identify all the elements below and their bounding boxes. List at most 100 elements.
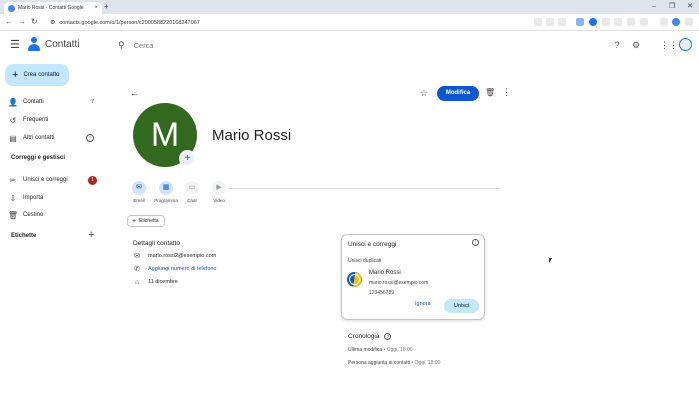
sidebar-item-other-contacts[interactable]: ▤ Altri contatti i: [0, 131, 104, 145]
window-close-icon[interactable]: ✕: [683, 1, 697, 12]
sidebar-item-trash[interactable]: 🗑 Cestino: [0, 208, 104, 222]
label-chip-text: Etichetta: [139, 218, 159, 224]
apps-grid-icon[interactable]: ⋮⋮: [660, 39, 678, 51]
back-nav-icon[interactable]: ←: [5, 17, 13, 27]
sidebar-item-label: Altri contatti: [23, 135, 55, 141]
search-icon[interactable]: ⚲: [118, 40, 125, 51]
maximize-icon[interactable]: ❐: [665, 1, 679, 12]
duplicate-name: Mario Rossi: [369, 270, 401, 276]
birthday-row: ⌂ 11 dicembre: [133, 277, 178, 287]
contacts-count: 7: [90, 99, 94, 105]
zoom-icon[interactable]: [546, 18, 554, 26]
action-label: Email: [133, 198, 145, 203]
person-icon: 👤: [8, 97, 18, 107]
shield-extension-icon[interactable]: [614, 18, 622, 26]
sidebar-item-contacts[interactable]: 👤 Contatti 7: [0, 95, 104, 109]
app-name[interactable]: Contatti: [45, 39, 79, 50]
birthday-value: 11 dicembre: [148, 279, 178, 285]
card-subtitle: Unisci duplicati: [348, 258, 382, 264]
reload-icon[interactable]: ↻: [31, 17, 38, 27]
minimize-icon[interactable]: –: [647, 1, 661, 12]
account-avatar[interactable]: [679, 38, 692, 51]
contact-name: Mario Rossi: [212, 127, 292, 144]
more-options-icon[interactable]: ⋮: [502, 87, 511, 98]
new-tab-button[interactable]: +: [104, 2, 109, 12]
sidebar-item-label: Unisci e correggi: [23, 177, 68, 183]
sidebar-item-import[interactable]: ⇩ Importa: [0, 191, 104, 205]
browser-menu-icon[interactable]: [685, 18, 693, 26]
delete-icon[interactable]: 🗑: [485, 88, 495, 97]
pen-extension-icon[interactable]: [602, 18, 610, 26]
email-value[interactable]: mario.rossi2@esempio.com: [148, 253, 216, 259]
email-action[interactable]: ✉ Email: [126, 181, 152, 203]
browser-tab[interactable]: Mario Rossi - Contatti Google ×: [4, 2, 102, 14]
history-label: Persona aggiunta ai contatti: [348, 360, 410, 366]
site-info-icon[interactable]: ⚙: [50, 19, 55, 26]
create-contact-button[interactable]: + Crea contatto: [5, 64, 69, 86]
puzzle-extensions-icon[interactable]: [640, 18, 648, 26]
info-icon[interactable]: i: [472, 239, 479, 246]
chat-action[interactable]: ▭ Chat: [179, 181, 205, 203]
sidebar-item-label: Importa: [23, 195, 44, 201]
info-icon[interactable]: i: [86, 134, 94, 142]
action-label: Chat: [187, 198, 197, 203]
duplicate-email: mario.rossi@esempio.com: [369, 280, 429, 286]
back-arrow-icon[interactable]: ←: [130, 88, 139, 98]
forward-nav-icon[interactable]: →: [18, 17, 26, 27]
sidebar-item-label: Frequenti: [23, 117, 49, 123]
contacts-favicon-icon: [8, 4, 15, 12]
calendar-icon: ▦: [159, 181, 173, 195]
help-icon[interactable]: ?: [384, 333, 392, 340]
merge-badge: 1: [88, 175, 97, 185]
history-icon: ↺: [9, 115, 17, 125]
extension-icon[interactable]: [589, 18, 597, 26]
contact-details-title: Dettagli contatto: [133, 240, 180, 247]
plus-icon: +: [12, 69, 19, 81]
add-phone-link[interactable]: Aggiungi numero di telefono: [148, 266, 217, 272]
action-label: Video: [213, 198, 225, 203]
install-app-icon[interactable]: [534, 18, 542, 26]
history-row: Ultima modifica • Oggi, 18:00: [348, 347, 413, 353]
labels-section-heading: Etichette: [11, 233, 37, 239]
main-menu-icon[interactable]: ☰: [10, 40, 20, 51]
url-field[interactable]: ⚙ contacts.google.com/u/1/person/c290058…: [50, 16, 530, 29]
sidepanel-icon[interactable]: [660, 18, 668, 26]
settings-gear-icon[interactable]: ⚙: [630, 39, 642, 51]
ignore-button[interactable]: Ignora: [415, 301, 431, 307]
profile-icon[interactable]: [672, 18, 680, 26]
video-action[interactable]: ▶ Video: [206, 181, 232, 203]
help-icon[interactable]: ?: [611, 39, 623, 51]
translate-extension-icon[interactable]: [576, 18, 584, 26]
fix-section-heading: Correggi e gestisci: [11, 155, 66, 161]
history-time: • Oggi, 18:00: [382, 347, 413, 353]
add-photo-button[interactable]: +: [179, 150, 196, 167]
url-text: contacts.google.com/u/1/person/c29005882…: [59, 19, 200, 26]
edit-button[interactable]: Modifica: [437, 86, 479, 101]
contacts-logo-icon[interactable]: [28, 37, 40, 52]
star-icon[interactable]: ☆: [420, 88, 428, 99]
phone-icon: ✆: [134, 266, 140, 273]
merge-button[interactable]: Unisci: [444, 299, 479, 313]
sidebar-item-frequent[interactable]: ↺ Frequenti: [0, 113, 104, 127]
import-icon: ⇩: [9, 193, 17, 203]
contact-page-icon: ▤: [9, 133, 17, 143]
action-label: Programma: [154, 198, 178, 203]
search-input[interactable]: Cerca: [134, 41, 154, 50]
history-label: Ultima modifica: [348, 347, 383, 353]
create-contact-label: Crea contatto: [23, 72, 60, 78]
schedule-action[interactable]: ▦ Programma: [153, 181, 179, 203]
add-label-chip[interactable]: + Etichetta: [127, 215, 165, 227]
history-time: • Oggi, 18:00: [410, 360, 441, 366]
download-icon[interactable]: [627, 18, 635, 26]
add-label-icon[interactable]: +: [88, 229, 94, 241]
tab-close-icon[interactable]: ×: [94, 5, 98, 11]
video-icon: ▶: [212, 181, 226, 195]
sidebar-item-merge-fix[interactable]: ✂ Unisci e correggi 1: [0, 173, 104, 187]
tools-icon: ✂: [9, 175, 17, 185]
bookmark-star-icon[interactable]: [558, 18, 566, 26]
plus-icon: +: [132, 217, 137, 225]
chat-icon: ▭: [185, 181, 199, 195]
cake-icon: ⌂: [134, 278, 140, 286]
trash-icon: 🗑: [7, 210, 19, 220]
search-bar[interactable]: ⚲ Cerca: [118, 36, 448, 54]
